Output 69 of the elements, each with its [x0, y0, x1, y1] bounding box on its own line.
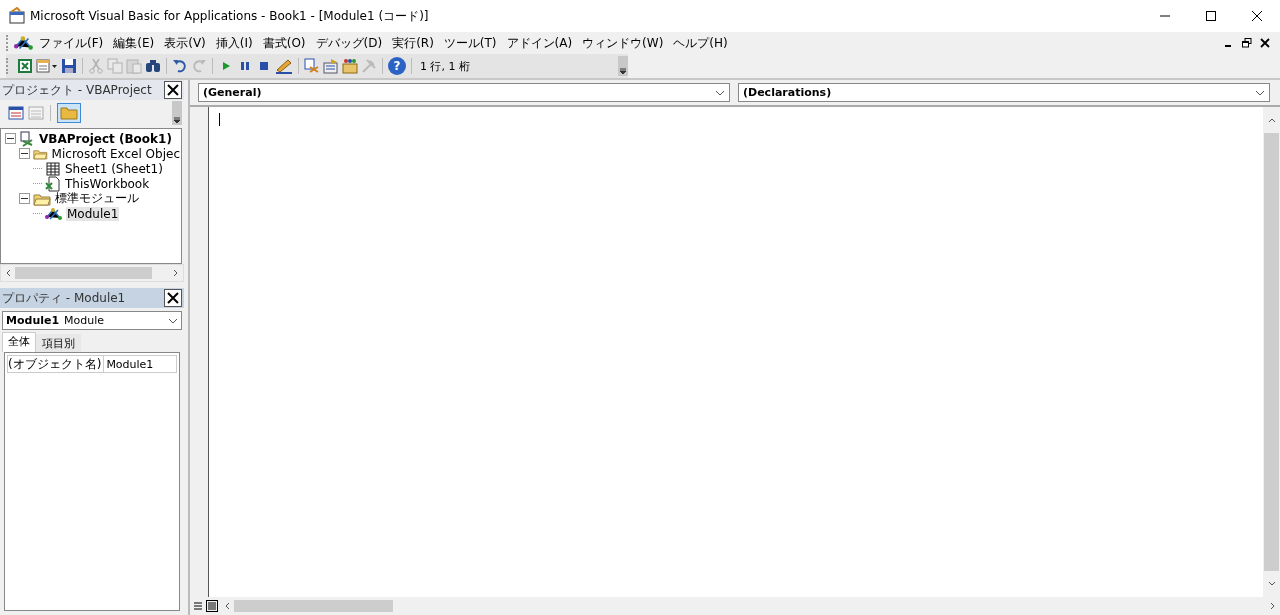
- close-icon[interactable]: [1251, 10, 1263, 22]
- help-button[interactable]: ?: [388, 57, 406, 75]
- toolbar-options-icon[interactable]: [172, 101, 182, 125]
- object-browser-icon[interactable]: [342, 58, 358, 74]
- cursor-position: 1 行, 1 桁: [419, 58, 470, 74]
- app-icon: [8, 7, 26, 25]
- tree-item[interactable]: Module1: [66, 206, 120, 221]
- maximize-icon[interactable]: [1205, 10, 1217, 22]
- horizontal-scrollbar[interactable]: [0, 264, 184, 282]
- form-icon[interactable]: [36, 58, 58, 74]
- toolbar-options-icon[interactable]: [618, 56, 628, 76]
- tab[interactable]: 全体: [2, 332, 36, 352]
- tree-item[interactable]: ThisWorkbook: [64, 176, 151, 191]
- tree-item[interactable]: 標準モジュール: [54, 190, 140, 207]
- object-type: Module: [64, 314, 105, 327]
- property-value[interactable]: Module1: [104, 357, 154, 371]
- chevron-left-icon[interactable]: [224, 602, 230, 610]
- close-button[interactable]: [164, 289, 182, 307]
- procedure-dropdown[interactable]: (Declarations): [738, 83, 1270, 102]
- menu-item[interactable]: ウィンドウ(W): [577, 34, 669, 52]
- menu-item[interactable]: デバッグ(D): [310, 34, 388, 52]
- menu-item[interactable]: ヘルプ(H): [668, 34, 733, 52]
- collapse-toggle[interactable]: [19, 148, 30, 159]
- procedure-view-icon[interactable]: [192, 600, 204, 612]
- folder-icon: [33, 191, 51, 206]
- object-name: Module1: [6, 314, 60, 327]
- window-title: Microsoft Visual Basic for Applications - Book1 - [Module1 (コード)]: [30, 7, 429, 25]
- tree-item[interactable]: Sheet1 (Sheet1): [64, 161, 164, 176]
- object-dropdown[interactable]: (General): [198, 83, 730, 102]
- chevron-down-icon: [168, 317, 178, 324]
- binoculars-icon[interactable]: [145, 58, 161, 74]
- module-icon: [45, 206, 63, 221]
- chevron-left-icon[interactable]: [5, 269, 11, 277]
- chevron-down-icon: [1255, 89, 1265, 96]
- tree-item[interactable]: Microsoft Excel Objec: [50, 146, 181, 161]
- property-name: (オブジェクト名): [8, 355, 105, 373]
- close-icon[interactable]: [1260, 38, 1270, 48]
- collapse-toggle[interactable]: [5, 133, 16, 144]
- project-explorer-icon[interactable]: [304, 58, 320, 74]
- ruler-pencil-icon[interactable]: [275, 58, 293, 74]
- module-icon[interactable]: [14, 34, 34, 52]
- tab[interactable]: 項目別: [36, 334, 81, 352]
- menu-item[interactable]: 挿入(I): [210, 34, 258, 52]
- collapse-toggle[interactable]: [19, 193, 30, 204]
- sheet-icon: [45, 160, 61, 177]
- menu-item[interactable]: 実行(R): [387, 34, 439, 52]
- chevron-down-icon: [715, 89, 725, 96]
- panel-title: プロジェクト - VBAProject: [2, 81, 152, 99]
- menu-item[interactable]: アドイン(A): [501, 34, 578, 52]
- menu-item[interactable]: 編集(E): [108, 34, 160, 52]
- view-code-icon[interactable]: [8, 105, 24, 121]
- menu-item[interactable]: 表示(V): [159, 34, 211, 52]
- undo-icon[interactable]: [172, 58, 188, 74]
- menu-item[interactable]: ツール(T): [438, 34, 502, 52]
- tree-item[interactable]: VBAProject (Book1): [38, 131, 173, 146]
- chevron-right-icon[interactable]: [173, 269, 179, 277]
- full-module-view-icon[interactable]: [206, 600, 218, 612]
- toggle-folders-button[interactable]: [57, 103, 81, 123]
- panel-title: プロパティ - Module1: [2, 289, 126, 307]
- save-icon[interactable]: [61, 58, 77, 74]
- vertical-scrollbar[interactable]: [1263, 107, 1280, 597]
- workbook-icon: [45, 175, 61, 192]
- menu-item[interactable]: ファイル(F): [34, 34, 109, 52]
- menu-item[interactable]: 書式(O): [257, 34, 311, 52]
- spreadsheet-icon[interactable]: [17, 58, 33, 74]
- close-button[interactable]: [164, 81, 182, 99]
- restore-icon[interactable]: [1242, 38, 1252, 48]
- chevron-right-icon[interactable]: [1270, 602, 1276, 610]
- object-dropdown[interactable]: Module1 Module: [2, 311, 182, 330]
